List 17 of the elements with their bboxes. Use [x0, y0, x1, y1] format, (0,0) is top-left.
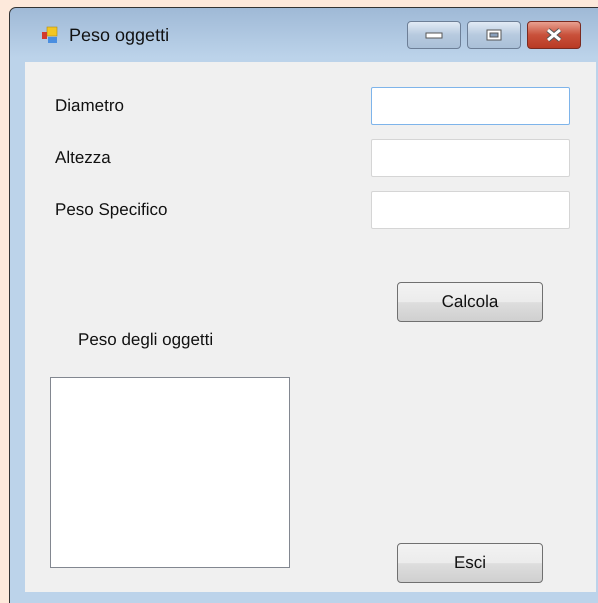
input-field[interactable]	[371, 139, 570, 177]
calculate-button[interactable]: Calcola	[397, 282, 543, 322]
exit-button[interactable]: Esci	[397, 543, 543, 583]
field-label: Peso Specifico	[55, 200, 168, 220]
app-icon	[41, 26, 59, 44]
field-label: Altezza	[55, 148, 112, 168]
result-label: Peso degli oggetti	[78, 330, 214, 350]
close-icon	[544, 28, 564, 42]
input-field[interactable]	[371, 87, 570, 125]
minimize-icon	[425, 31, 443, 39]
maximize-icon	[486, 29, 502, 41]
minimize-button[interactable]	[407, 21, 461, 49]
close-button[interactable]	[527, 21, 581, 49]
field-label: Diametro	[55, 96, 125, 116]
window-title: Peso oggetti	[69, 24, 170, 46]
maximize-button[interactable]	[467, 21, 521, 49]
input-field[interactable]	[371, 191, 570, 229]
